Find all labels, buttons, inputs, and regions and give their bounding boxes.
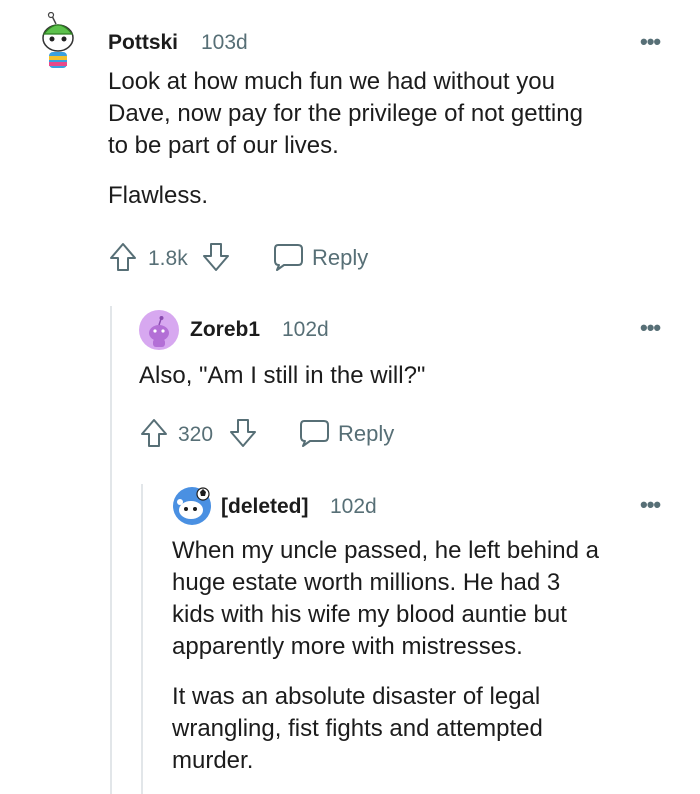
thread-line[interactable]: [141, 484, 143, 794]
avatar[interactable]: [139, 310, 179, 350]
thread-line[interactable]: [110, 306, 112, 794]
vote-count: 1.8k: [148, 247, 188, 270]
comment-age: 102d: [330, 495, 377, 518]
comment-text-line: Look at how much fun we had without you: [108, 68, 555, 95]
comment-text-line: kids with his wife my blood auntie but: [172, 601, 567, 628]
vote-count: 320: [178, 423, 214, 446]
comment-text-line: to be part of our lives.: [108, 132, 339, 159]
comment-age: 103d: [201, 31, 248, 54]
avatar[interactable]: [38, 11, 78, 72]
username[interactable]: Zoreb1: [190, 318, 260, 342]
more-options-button[interactable]: •••: [640, 29, 661, 55]
comment-text-line: huge estate worth millions. He had 3: [172, 569, 561, 596]
username[interactable]: [deleted]: [221, 495, 309, 519]
upvote-arrow-icon[interactable]: [139, 417, 169, 449]
comment-text-line: It was an absolute disaster of legal: [172, 683, 541, 710]
username[interactable]: Pottski: [108, 31, 178, 55]
more-options-button[interactable]: •••: [640, 492, 661, 518]
avatar[interactable]: [172, 486, 212, 526]
comment-text-line: Dave, now pay for the privilege of not g…: [108, 100, 583, 127]
downvote-arrow-icon[interactable]: [228, 417, 258, 449]
comment-age: 102d: [282, 318, 329, 341]
comment-body: Look at how much fun we had without you …: [108, 66, 688, 212]
more-options-button[interactable]: •••: [640, 315, 661, 341]
comment-text-line: Flawless.: [108, 182, 209, 209]
speech-bubble-icon[interactable]: [298, 418, 330, 448]
comment-text-line: murder.: [172, 747, 254, 774]
reply-button[interactable]: Reply: [312, 245, 368, 271]
upvote-arrow-icon[interactable]: [108, 241, 138, 273]
comment-text-line: Also, "Am I still in the will?": [139, 362, 426, 389]
reply-button[interactable]: Reply: [338, 421, 394, 447]
comment-text-line: When my uncle passed, he left behind a: [172, 537, 599, 564]
comment-body: Also, "Am I still in the will?": [139, 360, 679, 392]
downvote-arrow-icon[interactable]: [201, 241, 231, 273]
speech-bubble-icon[interactable]: [272, 242, 304, 272]
comment-body: When my uncle passed, he left behind a h…: [172, 535, 682, 777]
comment-text-line: wrangling, fist fights and attempted: [172, 715, 543, 742]
comment-text-line: apparently more with mistresses.: [172, 633, 523, 660]
